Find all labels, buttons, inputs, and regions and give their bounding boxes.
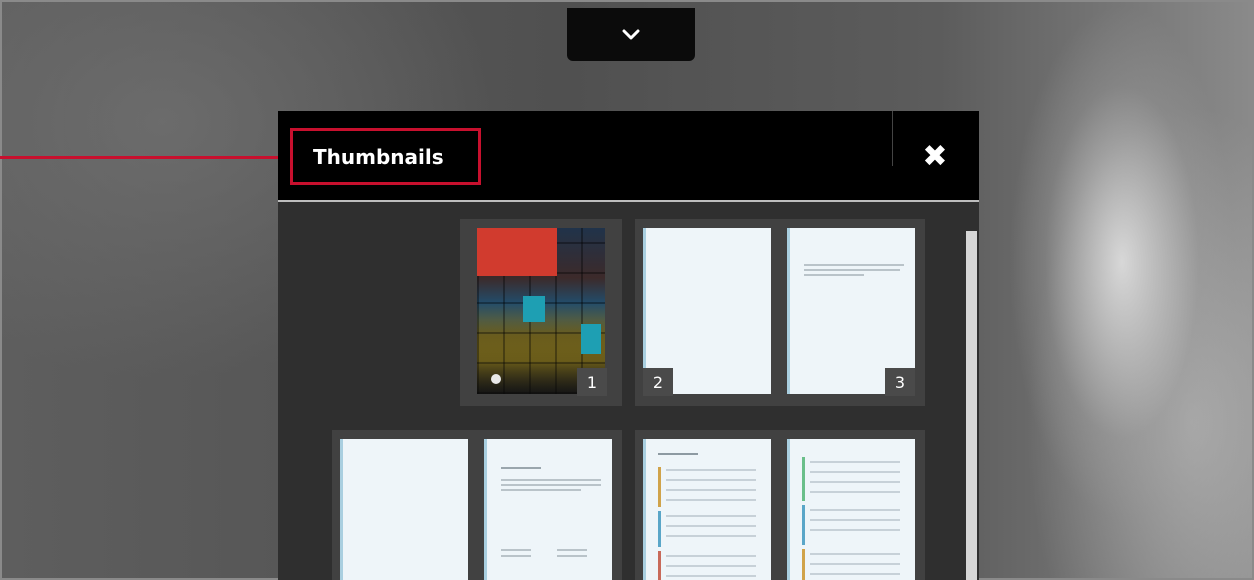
toc-line xyxy=(666,469,756,471)
toc-color-bar xyxy=(658,551,661,580)
panel-title: Thumbnails xyxy=(290,128,481,185)
thumbnail-page-7[interactable] xyxy=(787,439,915,580)
toc-line xyxy=(810,509,900,511)
toc-line xyxy=(666,555,756,557)
toc-line xyxy=(666,479,756,481)
text-line xyxy=(501,484,601,486)
toc-line xyxy=(666,499,756,501)
thumbnail-spread[interactable] xyxy=(332,430,622,580)
text-line xyxy=(804,269,900,271)
thumbnail-page-4[interactable] xyxy=(340,439,468,580)
toc-line xyxy=(810,471,900,473)
toc-color-bar xyxy=(802,549,805,580)
text-line xyxy=(804,274,864,276)
chevron-down-icon xyxy=(622,29,640,41)
callout-line xyxy=(0,156,291,159)
toc-color-bar xyxy=(658,511,661,547)
toc-line xyxy=(810,573,900,575)
toc-line xyxy=(666,575,756,577)
text-line xyxy=(501,549,531,551)
text-line xyxy=(501,479,601,481)
text-line xyxy=(501,489,581,491)
cover-tile xyxy=(523,296,545,322)
scrollbar-thumb[interactable] xyxy=(966,231,977,580)
toc-line xyxy=(810,461,900,463)
thumbnails-panel: Thumbnails ✖ 1 2 3 xyxy=(278,111,979,580)
toc-color-bar xyxy=(802,505,805,545)
toc-line xyxy=(666,535,756,537)
panel-title-text: Thumbnails xyxy=(313,144,444,169)
text-line xyxy=(557,555,587,557)
toc-line xyxy=(810,481,900,483)
toc-line xyxy=(666,525,756,527)
toc-line xyxy=(810,563,900,565)
thumbnail-spread[interactable]: 1 xyxy=(460,219,622,406)
panel-header: Thumbnails ✖ xyxy=(278,111,979,202)
toc-line xyxy=(810,553,900,555)
cover-title-block xyxy=(477,228,557,276)
cover-tile xyxy=(581,324,601,354)
thumbnail-page-5[interactable] xyxy=(484,439,612,580)
thumbnail-spread[interactable]: 2 3 xyxy=(635,219,925,406)
toc-line xyxy=(666,489,756,491)
page-number-badge: 1 xyxy=(577,368,607,396)
thumbnail-page-6[interactable] xyxy=(643,439,771,580)
thumbnail-scrollbar[interactable] xyxy=(966,231,977,580)
text-line xyxy=(501,467,541,469)
toc-line xyxy=(810,519,900,521)
page-number-badge: 3 xyxy=(885,368,915,396)
text-line xyxy=(804,264,904,266)
text-line xyxy=(658,453,698,455)
text-line xyxy=(557,549,587,551)
thumbnail-spread[interactable] xyxy=(635,430,925,580)
close-icon: ✖ xyxy=(922,138,948,174)
toc-line xyxy=(810,491,900,493)
thumbnail-list: 1 2 3 xyxy=(278,202,964,580)
page-number-badge: 2 xyxy=(643,368,673,396)
toc-color-bar xyxy=(658,467,661,507)
toc-color-bar xyxy=(802,457,805,501)
toc-line xyxy=(666,565,756,567)
toc-line xyxy=(666,515,756,517)
text-line xyxy=(501,555,531,557)
publisher-logo xyxy=(491,374,501,384)
toolbar-toggle-button[interactable] xyxy=(567,8,695,61)
toc-line xyxy=(810,529,900,531)
header-divider xyxy=(892,111,893,166)
close-button[interactable]: ✖ xyxy=(911,133,959,179)
